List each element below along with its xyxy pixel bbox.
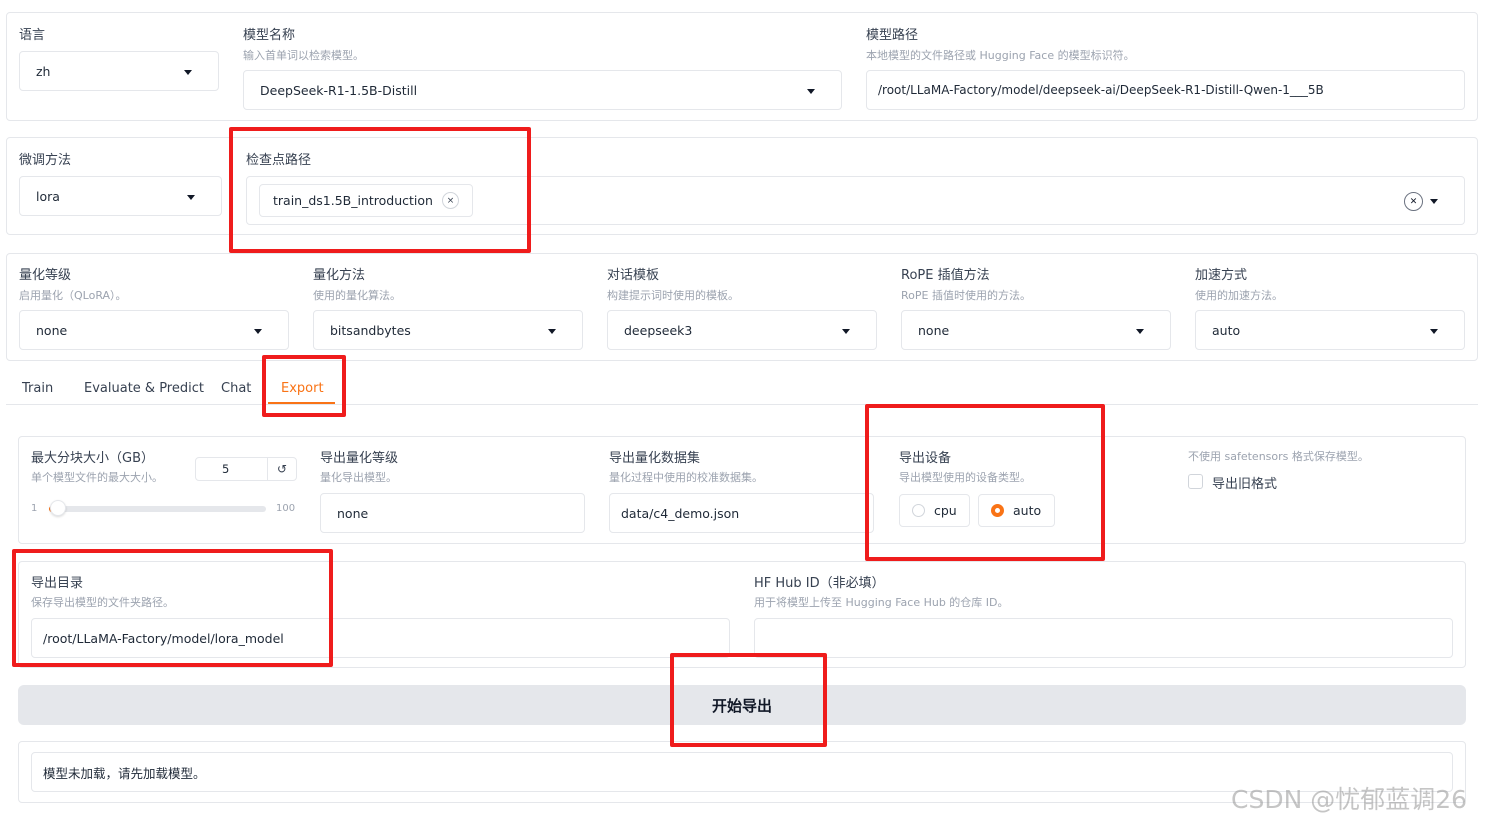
model-path-label: 模型路径 <box>866 28 919 43</box>
slider-min: 1 <box>31 503 38 514</box>
max-shard-number[interactable]: 5 ↺ <box>195 457 297 481</box>
booster-select[interactable]: auto <box>1195 310 1465 350</box>
tabs-divider <box>6 404 1478 405</box>
model-path-info: 本地模型的文件路径或 Hugging Face 的模型标识符。 <box>866 49 1135 62</box>
hub-id-label: HF Hub ID（非必填） <box>754 576 885 591</box>
finetune-select[interactable]: lora <box>19 176 222 216</box>
chevron-down-icon <box>1136 329 1144 334</box>
rope-select[interactable]: none <box>901 310 1171 350</box>
max-shard-value: 5 <box>222 462 230 476</box>
hub-id-input[interactable] <box>754 618 1453 658</box>
model-name-label: 模型名称 <box>243 28 296 43</box>
booster-value: auto <box>1212 322 1241 338</box>
template-value: deepseek3 <box>624 322 693 338</box>
model-name-select[interactable]: DeepSeek-R1-1.5B-Distill <box>243 70 842 110</box>
max-shard-label: 最大分块大小（GB） <box>31 451 154 466</box>
model-name-info: 输入首单词以检索模型。 <box>243 49 364 62</box>
quant-method-info: 使用的量化算法。 <box>313 289 401 302</box>
chevron-down-icon <box>254 329 262 334</box>
highlight-box-checkpoint <box>229 127 531 253</box>
slider-thumb[interactable] <box>49 500 66 516</box>
reset-icon[interactable]: ↺ <box>267 458 296 480</box>
quant-method-label: 量化方法 <box>313 268 366 283</box>
highlight-box-export-tab <box>262 355 346 417</box>
language-select[interactable]: zh <box>19 51 219 91</box>
template-info: 构建提示词时使用的模板。 <box>607 289 739 302</box>
chevron-down-icon <box>184 70 192 75</box>
template-select[interactable]: deepseek3 <box>607 310 877 350</box>
export-quant-dataset-label: 导出量化数据集 <box>609 451 701 466</box>
finetune-value: lora <box>36 188 60 204</box>
language-value: zh <box>36 63 51 79</box>
chevron-down-icon[interactable] <box>1430 199 1438 204</box>
rope-info: RoPE 插值时使用的方法。 <box>901 289 1031 302</box>
max-shard-slider-track[interactable] <box>49 500 266 516</box>
export-quant-bit-select[interactable]: none <box>320 493 585 533</box>
highlight-box-start-button <box>670 653 827 747</box>
finetune-label: 微调方法 <box>19 153 72 168</box>
export-legacy-checkbox[interactable] <box>1188 474 1203 489</box>
export-legacy-label: 导出旧格式 <box>1212 477 1278 492</box>
output-text: 模型未加载，请先加载模型。 <box>43 765 206 781</box>
tab-chat[interactable]: Chat <box>221 381 251 396</box>
tab-train[interactable]: Train <box>22 381 53 396</box>
highlight-box-export-dir <box>12 549 333 667</box>
model-name-value: DeepSeek-R1-1.5B-Distill <box>260 82 418 98</box>
export-quant-dataset-input[interactable]: data/c4_demo.json <box>609 493 874 533</box>
export-quant-dataset-value: data/c4_demo.json <box>621 505 740 521</box>
quant-bit-value: none <box>36 322 68 338</box>
chevron-down-icon <box>807 89 815 94</box>
export-quant-dataset-info: 量化过程中使用的校准数据集。 <box>609 471 763 484</box>
hub-id-info: 用于将模型上传至 Hugging Face Hub 的仓库 ID。 <box>754 596 1009 609</box>
highlight-box-device <box>865 404 1105 561</box>
tab-evaluate-predict[interactable]: Evaluate & Predict <box>84 381 204 396</box>
export-quant-bit-value: none <box>337 505 369 521</box>
export-quant-bit-info: 量化导出模型。 <box>320 471 397 484</box>
quant-bit-select[interactable]: none <box>19 310 289 350</box>
max-shard-info: 单个模型文件的最大大小。 <box>31 471 163 484</box>
rope-label: RoPE 插值方法 <box>901 268 990 283</box>
slider-max: 100 <box>276 503 296 514</box>
chevron-down-icon <box>842 329 850 334</box>
rope-value: none <box>918 322 950 338</box>
quant-method-select[interactable]: bitsandbytes <box>313 310 583 350</box>
chevron-down-icon <box>187 195 195 200</box>
model-path-input[interactable]: /root/LLaMA-Factory/model/deepseek-ai/De… <box>866 70 1465 110</box>
export-quant-bit-label: 导出量化等级 <box>320 451 399 466</box>
chevron-down-icon <box>1430 329 1438 334</box>
quant-bit-info: 启用量化（QLoRA）。 <box>19 289 127 302</box>
booster-info: 使用的加速方法。 <box>1195 289 1283 302</box>
language-label: 语言 <box>19 28 46 43</box>
clear-icon[interactable]: ✕ <box>1404 192 1423 211</box>
booster-label: 加速方式 <box>1195 268 1248 283</box>
watermark-text: CSDN @忧郁蓝调26 <box>1231 785 1468 814</box>
quant-method-value: bitsandbytes <box>330 322 411 338</box>
chevron-down-icon <box>548 329 556 334</box>
quant-bit-label: 量化等级 <box>19 268 72 283</box>
model-path-value: /root/LLaMA-Factory/model/deepseek-ai/De… <box>878 83 1324 97</box>
export-legacy-info: 不使用 safetensors 格式保存模型。 <box>1188 450 1369 463</box>
template-label: 对话模板 <box>607 268 660 283</box>
